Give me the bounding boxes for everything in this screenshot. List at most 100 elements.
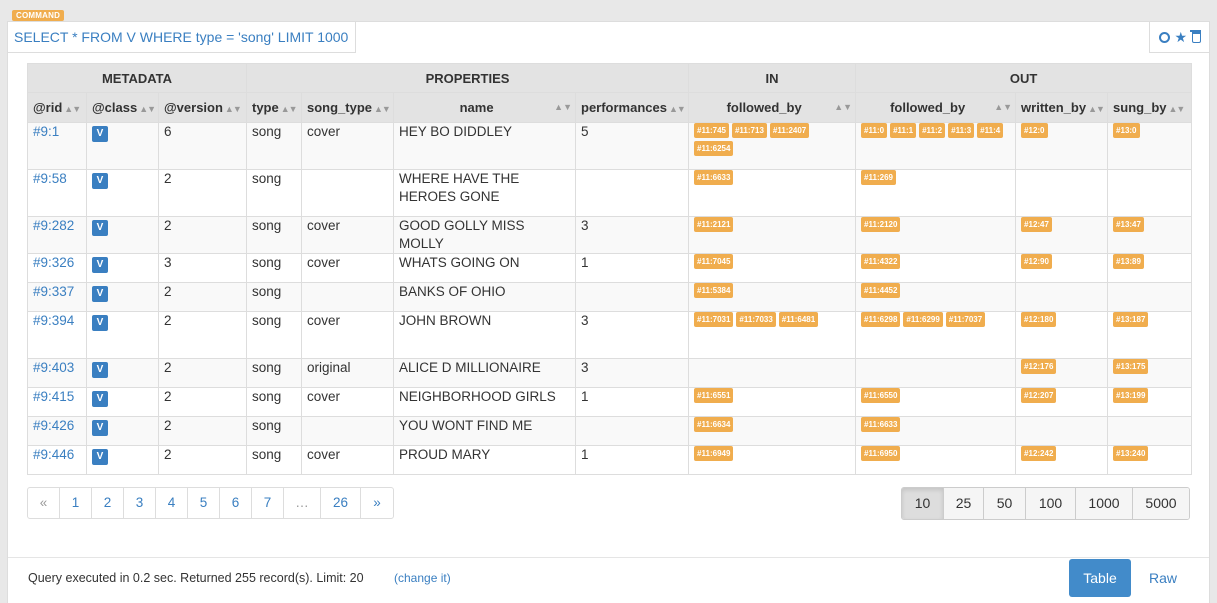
cell-rid[interactable]: #9:446 <box>27 445 87 475</box>
table-row[interactable]: #9:403 V 2 song original ALICE D MILLIONAIRE 3… <box>27 358 1193 388</box>
cell-rid[interactable]: #9:58 <box>27 169 87 217</box>
page-button[interactable]: 7 <box>252 488 284 518</box>
link-chip[interactable]: #11:6299 <box>903 312 943 327</box>
col-version[interactable]: @version ▲▼ <box>158 92 247 123</box>
link-chip[interactable]: #11:4 <box>977 123 1004 138</box>
page-button[interactable]: 1 <box>60 488 92 518</box>
table-row[interactable]: #9:337 V 2 song BANKS OF OHIO #11:5384 #11:445… <box>27 282 1193 312</box>
cell-rid[interactable]: #9:1 <box>27 122 87 170</box>
col-sung-by[interactable]: sung_by ▲▼ <box>1107 92 1193 123</box>
cell-type: song <box>246 169 302 217</box>
page-button[interactable]: 26 <box>321 488 361 518</box>
link-chip[interactable]: #13:0 <box>1113 123 1140 138</box>
link-chip[interactable]: #11:2120 <box>861 217 901 232</box>
page-size-option[interactable]: 50 <box>984 488 1026 519</box>
col-written-by[interactable]: written_by ▲▼ <box>1015 92 1109 123</box>
link-chip[interactable]: #11:7045 <box>694 254 734 269</box>
cell-rid[interactable]: #9:337 <box>27 282 87 312</box>
link-chip[interactable]: #11:3 <box>948 123 975 138</box>
link-chip[interactable]: #11:269 <box>861 170 896 185</box>
page-size-option[interactable]: 1000 <box>1076 488 1133 519</box>
link-chip[interactable]: #11:6254 <box>694 141 734 156</box>
link-chip[interactable]: #11:6634 <box>694 417 734 432</box>
link-chip[interactable]: #11:4452 <box>861 283 901 298</box>
cell-rid[interactable]: #9:394 <box>27 311 87 359</box>
table-row[interactable]: #9:326 V 3 song cover WHATS GOING ON 1 #11:7045… <box>27 253 1193 283</box>
circle-icon[interactable] <box>1158 31 1170 43</box>
cell-rid[interactable]: #9:403 <box>27 358 87 388</box>
link-chip[interactable]: #13:199 <box>1113 388 1149 403</box>
page-button[interactable]: 3 <box>124 488 156 518</box>
link-chip[interactable]: #11:2 <box>919 123 946 138</box>
col-class[interactable]: @class ▲▼ <box>86 92 159 123</box>
query-text[interactable]: SELECT * FROM V WHERE type = 'song' LIMI… <box>8 22 356 53</box>
table-row[interactable]: #9:426 V 2 song YOU WONT FIND ME #11:6634 #11:… <box>27 416 1193 446</box>
table-row[interactable]: #9:446 V 2 song cover PROUD MARY 1 #11:6949 #11:… <box>27 445 1193 475</box>
link-chip[interactable]: #12:180 <box>1021 312 1057 327</box>
link-chip[interactable]: #11:6550 <box>861 388 901 403</box>
page-button[interactable]: 5 <box>188 488 220 518</box>
link-chip[interactable]: #13:240 <box>1113 446 1149 461</box>
link-chip[interactable]: #12:0 <box>1021 123 1048 138</box>
link-chip[interactable]: #11:6950 <box>861 446 901 461</box>
link-chip[interactable]: #11:4322 <box>861 254 901 269</box>
link-chip[interactable]: #12:176 <box>1021 359 1057 374</box>
col-rid[interactable]: @rid ▲▼ <box>27 92 87 123</box>
link-chip[interactable]: #11:6551 <box>694 388 734 403</box>
link-chip[interactable]: #11:5384 <box>694 283 734 298</box>
col-song-type[interactable]: song_type ▲▼ <box>301 92 394 123</box>
trash-icon[interactable] <box>1189 29 1201 43</box>
link-chip[interactable]: #11:6298 <box>861 312 901 327</box>
link-chip[interactable]: #12:242 <box>1021 446 1057 461</box>
col-type[interactable]: type ▲▼ <box>246 92 302 123</box>
prev-page-button[interactable]: « <box>28 488 60 518</box>
table-row[interactable]: #9:394 V 2 song cover JOHN BROWN 3 #11:7031 #11:… <box>27 311 1193 359</box>
link-chip[interactable]: #12:207 <box>1021 388 1057 403</box>
link-chip[interactable]: #13:47 <box>1113 217 1144 232</box>
link-chip[interactable]: #11:6633 <box>861 417 901 432</box>
page-button[interactable]: 4 <box>156 488 188 518</box>
link-chip[interactable]: #11:6481 <box>778 312 819 327</box>
table-row[interactable]: #9:415 V 2 song cover NEIGHBORHOOD GIRLS 1 #11:… <box>27 387 1193 417</box>
page-button[interactable]: 2 <box>92 488 124 518</box>
link-chip[interactable]: #11:7037 <box>945 312 986 327</box>
change-limit-link[interactable]: (change it) <box>394 571 451 585</box>
link-chip[interactable]: #13:187 <box>1113 312 1149 327</box>
cell-rid[interactable]: #9:426 <box>27 416 87 446</box>
cell-class: V <box>86 387 159 417</box>
star-icon[interactable]: ★ <box>1175 30 1188 44</box>
link-chip[interactable]: #11:6633 <box>694 170 734 185</box>
link-chip[interactable]: #11:7033 <box>736 312 776 327</box>
link-chip[interactable]: #13:89 <box>1113 254 1144 269</box>
cell-rid[interactable]: #9:326 <box>27 253 87 283</box>
link-chip[interactable]: #12:90 <box>1021 254 1052 269</box>
link-chip[interactable]: #11:2121 <box>694 217 734 232</box>
page-size-option[interactable]: 10 <box>902 488 944 519</box>
page-button[interactable]: 6 <box>220 488 252 518</box>
link-chip[interactable]: #11:7031 <box>694 312 734 327</box>
link-chip[interactable]: #11:1 <box>890 123 917 138</box>
link-chip[interactable]: #11:6949 <box>694 446 734 461</box>
raw-view-button[interactable]: Raw <box>1135 559 1191 597</box>
link-chip[interactable]: #11:713 <box>731 123 767 138</box>
table-row[interactable]: #9:58 V 2 song WHERE HAVE THE HEROES GONE #11… <box>27 169 1193 217</box>
page-size-option[interactable]: 25 <box>944 488 984 519</box>
col-name[interactable]: ▲▼ name <box>393 92 576 123</box>
col-out-followed-by[interactable]: ▲▼ followed_by <box>855 92 1017 123</box>
cell-rid[interactable]: #9:282 <box>27 216 87 254</box>
link-chip[interactable]: #12:47 <box>1021 217 1052 232</box>
link-chip[interactable]: #11:2407 <box>769 123 810 138</box>
link-chip[interactable]: #13:175 <box>1113 359 1149 374</box>
page-size-option[interactable]: 100 <box>1026 488 1076 519</box>
table-row[interactable]: #9:1 V 6 song cover HEY BO DIDDLEY 5 #11:745 #11… <box>27 122 1193 170</box>
link-chip[interactable]: #11:0 <box>861 123 888 138</box>
link-chip[interactable]: #11:745 <box>694 123 729 138</box>
cell-name: WHATS GOING ON <box>393 253 576 283</box>
cell-rid[interactable]: #9:415 <box>27 387 87 417</box>
col-in-followed-by[interactable]: ▲▼ followed_by <box>688 92 857 123</box>
table-view-button[interactable]: Table <box>1069 559 1131 597</box>
next-page-button[interactable]: » <box>361 488 393 518</box>
page-size-option[interactable]: 5000 <box>1133 488 1189 519</box>
table-row[interactable]: #9:282 V 2 song cover GOOD GOLLY MISS MOLLY 3 #… <box>27 216 1193 254</box>
col-performances[interactable]: performances ▲▼ <box>574 92 690 123</box>
